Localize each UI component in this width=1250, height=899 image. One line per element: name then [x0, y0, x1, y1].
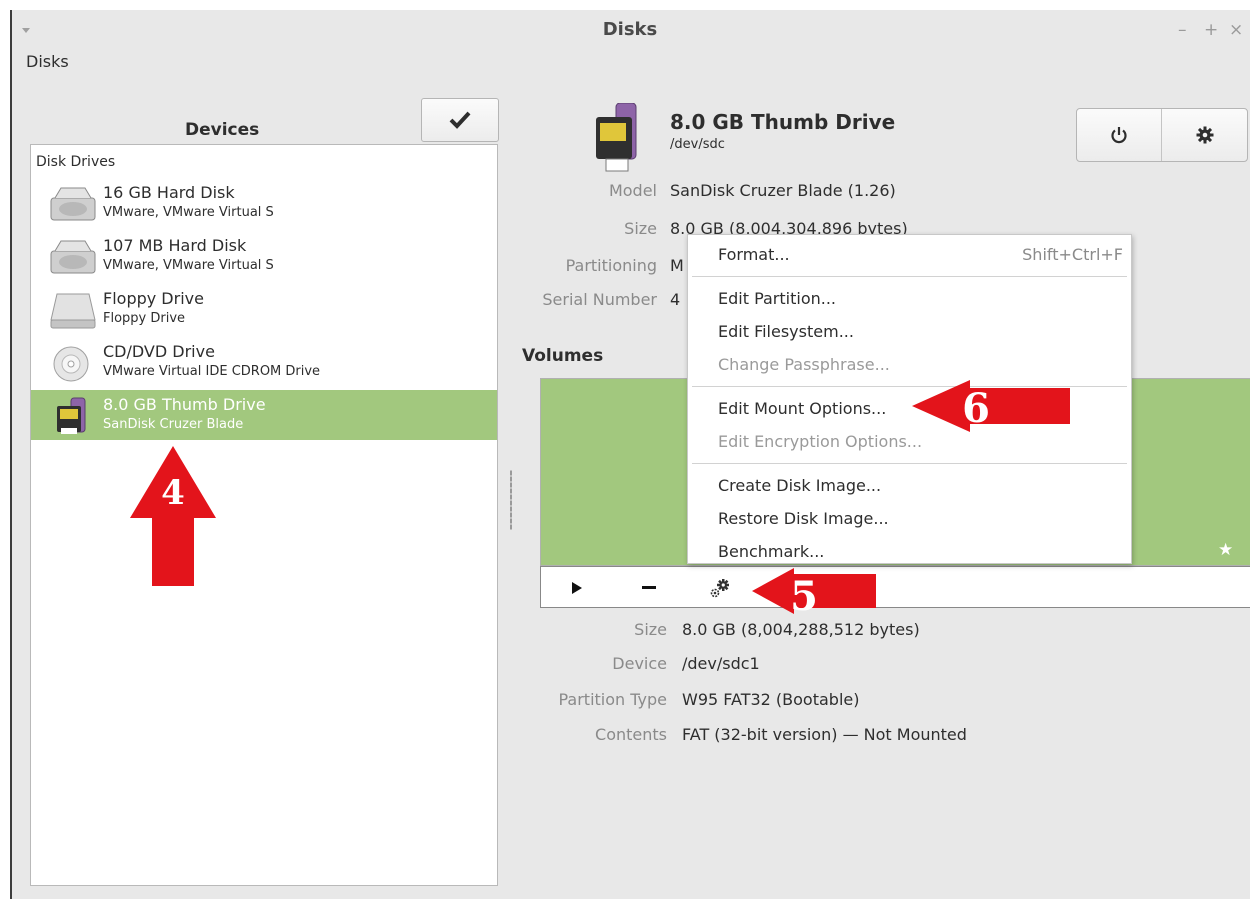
device-subtitle: VMware Virtual IDE CDROM Drive	[103, 364, 321, 379]
volume-value-partition-type: W95 FAT32 (Bootable)	[682, 690, 860, 709]
drive-title: 8.0 GB Thumb Drive	[670, 110, 896, 134]
volume-label-device: Device	[612, 654, 667, 673]
annotation-number: 5	[790, 573, 818, 614]
pane-splitter[interactable]	[510, 470, 512, 530]
select-button[interactable]	[421, 98, 499, 142]
drive-settings-button[interactable]	[1163, 109, 1247, 161]
device-name: Floppy Drive	[103, 289, 204, 308]
device-item-107mb-hard-disk[interactable]: 107 MB Hard Disk VMware, VMware Virtual …	[31, 231, 497, 281]
device-list: Disk Drives 16 GB Hard Disk VMware, VMwa…	[30, 144, 498, 886]
menu-item-benchmark[interactable]: Benchmark...	[718, 542, 824, 561]
menu-separator	[692, 463, 1127, 464]
close-button[interactable]: ×	[1229, 22, 1243, 39]
annotation-arrow-up: 4	[130, 446, 216, 586]
device-item-thumb-drive[interactable]: 8.0 GB Thumb Drive SanDisk Cruzer Blade	[31, 390, 497, 440]
device-subtitle: SanDisk Cruzer Blade	[103, 417, 244, 432]
play-icon	[572, 582, 582, 594]
thumb-drive-icon	[596, 103, 637, 172]
gear-icon	[1196, 126, 1214, 144]
optical-drive-icon	[53, 346, 89, 382]
prop-value-partitioning: M	[670, 256, 684, 275]
menu-separator	[692, 276, 1127, 277]
device-name: 8.0 GB Thumb Drive	[103, 395, 266, 414]
menu-item-edit-filesystem[interactable]: Edit Filesystem...	[718, 322, 854, 341]
prop-label-model: Model	[608, 181, 657, 200]
format-shortcut: Shift+Ctrl+F	[1022, 245, 1123, 264]
prop-value-model: SanDisk Cruzer Blade (1.26)	[670, 181, 896, 200]
delete-partition-button[interactable]	[629, 573, 669, 603]
power-icon	[1111, 127, 1127, 144]
minus-icon	[642, 586, 656, 589]
annotation-arrow-left: 5	[752, 568, 876, 614]
prop-label-size: Size	[624, 219, 657, 238]
window-title: Disks	[602, 19, 658, 40]
volume-value-contents: FAT (32-bit version) — Not Mounted	[682, 725, 967, 744]
device-item-16gb-hard-disk[interactable]: 16 GB Hard Disk VMware, VMware Virtual S	[31, 178, 497, 228]
volume-label-size: Size	[634, 620, 667, 639]
annotation-arrow-left: 6	[912, 380, 1070, 432]
gears-icon	[710, 579, 729, 598]
devices-header: Devices	[185, 120, 260, 140]
volume-label-partition-type: Partition Type	[558, 690, 667, 709]
device-item-cd-dvd-drive[interactable]: CD/DVD Drive VMware Virtual IDE CDROM Dr…	[31, 337, 497, 387]
device-subtitle: VMware, VMware Virtual S	[103, 205, 274, 220]
disk-drives-section: Disk Drives	[36, 154, 116, 170]
device-item-floppy-drive[interactable]: Floppy Drive Floppy Drive	[31, 284, 497, 334]
volume-label-contents: Contents	[595, 725, 667, 744]
thumb-drive-icon	[57, 397, 86, 434]
minimize-button[interactable]: –	[1178, 22, 1187, 39]
volume-value-device: /dev/sdc1	[682, 654, 760, 673]
device-name: 107 MB Hard Disk	[103, 236, 247, 255]
drive-button-group	[1076, 108, 1248, 162]
menu-item-edit-encryption-options[interactable]: Edit Encryption Options...	[718, 432, 922, 451]
prop-value-serial: 4	[670, 290, 681, 309]
device-name: 16 GB Hard Disk	[103, 183, 235, 202]
prop-label-partitioning: Partitioning	[565, 256, 657, 275]
annotation-number: 4	[161, 473, 185, 513]
volume-toolbar	[540, 566, 1250, 608]
mount-button[interactable]	[557, 573, 597, 603]
menu-item-format[interactable]: Format...	[718, 245, 790, 264]
hard-disk-icon	[50, 187, 96, 221]
volumes-header: Volumes	[522, 346, 604, 366]
annotation-number: 6	[962, 385, 990, 432]
floppy-drive-icon	[50, 293, 96, 329]
drive-device-path: /dev/sdc	[670, 137, 725, 152]
window-border	[10, 10, 12, 899]
menu-item-edit-mount-options[interactable]: Edit Mount Options...	[718, 399, 886, 418]
volume-value-size: 8.0 GB (8,004,288,512 bytes)	[682, 620, 920, 639]
device-subtitle: VMware, VMware Virtual S	[103, 258, 274, 273]
menu-item-edit-partition[interactable]: Edit Partition...	[718, 289, 836, 308]
prop-label-serial: Serial Number	[542, 290, 657, 309]
menu-item-create-disk-image[interactable]: Create Disk Image...	[718, 476, 881, 495]
title-bar[interactable]: Disks – + ×	[10, 10, 1250, 48]
more-actions-button[interactable]	[701, 573, 741, 603]
star-icon: ★	[1218, 540, 1234, 560]
menu-item-change-passphrase[interactable]: Change Passphrase...	[718, 355, 890, 374]
checkmark-icon	[449, 111, 471, 129]
hard-disk-icon	[50, 240, 96, 274]
device-name: CD/DVD Drive	[103, 342, 215, 361]
menu-item-restore-disk-image[interactable]: Restore Disk Image...	[718, 509, 889, 528]
app-menu-disks[interactable]: Disks	[26, 52, 69, 71]
power-off-button[interactable]	[1077, 109, 1162, 161]
maximize-button[interactable]: +	[1204, 22, 1218, 39]
device-subtitle: Floppy Drive	[103, 311, 186, 326]
